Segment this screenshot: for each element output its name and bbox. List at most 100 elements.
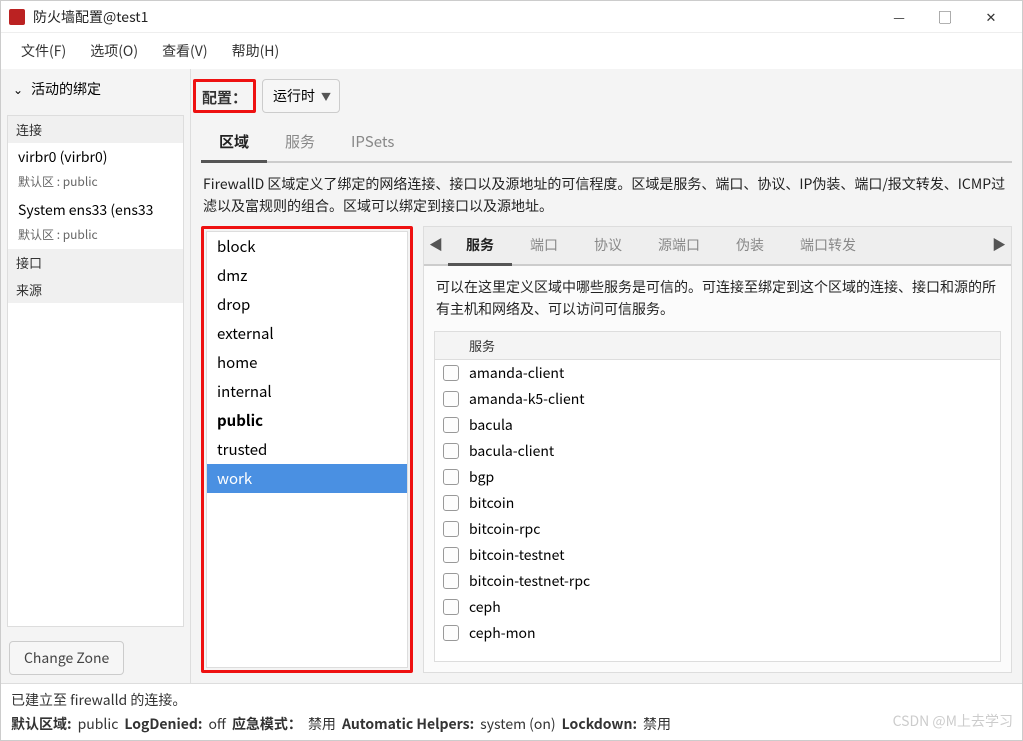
chevron-down-icon: ⌄ bbox=[13, 81, 23, 98]
service-name: amanda-k5-client bbox=[469, 389, 585, 409]
firewall-config-window: 防火墙配置@test1 — ▢ ✕ 文件(F) 选项(O) 查看(V) 帮助(H… bbox=[0, 0, 1023, 741]
services-column-header: 服务 bbox=[435, 332, 1000, 360]
service-checkbox[interactable] bbox=[443, 495, 459, 511]
bindings-tree: 连接 virbr0 (virbr0) 默认区 : public System e… bbox=[7, 115, 184, 627]
zone-item-trusted[interactable]: trusted bbox=[207, 435, 407, 464]
service-row[interactable]: amanda-k5-client bbox=[435, 386, 1000, 412]
config-label: 配置： bbox=[202, 87, 247, 108]
change-zone-button[interactable]: Change Zone bbox=[9, 641, 124, 675]
service-checkbox[interactable] bbox=[443, 599, 459, 615]
service-checkbox[interactable] bbox=[443, 417, 459, 433]
status-logdenied-label: LogDenied: bbox=[124, 714, 202, 734]
menu-view[interactable]: 查看(V) bbox=[150, 37, 220, 65]
config-bar: 配置： 运行时 bbox=[191, 69, 1022, 123]
connection-virbr0-sub: 默认区 : public bbox=[8, 171, 183, 196]
zone-subtabs: ◀ 服务 端口 协议 源端口 伪装 端口转发 ▶ bbox=[424, 227, 1011, 266]
service-row[interactable]: amanda-client bbox=[435, 360, 1000, 386]
service-checkbox[interactable] bbox=[443, 625, 459, 641]
connection-virbr0[interactable]: virbr0 (virbr0) bbox=[8, 143, 183, 171]
service-name: bgp bbox=[469, 467, 494, 487]
service-checkbox[interactable] bbox=[443, 547, 459, 563]
service-name: bitcoin bbox=[469, 493, 514, 513]
menu-options[interactable]: 选项(O) bbox=[78, 37, 150, 65]
zone-item-dmz[interactable]: dmz bbox=[207, 261, 407, 290]
close-button[interactable]: ✕ bbox=[968, 1, 1014, 32]
status-lockdown: 禁用 bbox=[643, 714, 671, 734]
zone-list[interactable]: blockdmzdropexternalhomeinternalpublictr… bbox=[206, 231, 408, 668]
connection-ens33[interactable]: System ens33 (ens33 bbox=[8, 196, 183, 224]
services-description: 可以在这里定义区域中哪些服务是可信的。可连接至绑定到这个区域的连接、接口和源的所… bbox=[424, 266, 1011, 331]
service-checkbox[interactable] bbox=[443, 443, 459, 459]
connections-header: 连接 bbox=[8, 116, 183, 143]
subtab-ports[interactable]: 端口 bbox=[512, 227, 576, 263]
app-icon bbox=[9, 9, 25, 25]
service-checkbox[interactable] bbox=[443, 573, 459, 589]
titlebar: 防火墙配置@test1 — ▢ ✕ bbox=[1, 1, 1022, 33]
window-title: 防火墙配置@test1 bbox=[33, 7, 876, 27]
services-table: 服务 amanda-client amanda-k5-client bacula ba… bbox=[434, 331, 1001, 662]
status-default-zone: public bbox=[78, 714, 119, 734]
minimize-button[interactable]: — bbox=[876, 1, 922, 32]
status-lockdown-label: Lockdown: bbox=[562, 714, 637, 734]
sidebar-header-label: 活动的绑定 bbox=[31, 79, 101, 99]
service-name: ceph-mon bbox=[469, 623, 536, 643]
zone-item-home[interactable]: home bbox=[207, 348, 407, 377]
main-tabs: 区域 服务 IPSets bbox=[201, 123, 1012, 163]
menu-file[interactable]: 文件(F) bbox=[9, 37, 78, 65]
service-row[interactable]: bitcoin-rpc bbox=[435, 516, 1000, 542]
subtab-masquerade[interactable]: 伪装 bbox=[718, 227, 782, 263]
sidebar: ⌄ 活动的绑定 连接 virbr0 (virbr0) 默认区 : public … bbox=[1, 69, 191, 683]
status-connection: 已建立至 firewalld 的连接。 bbox=[1, 684, 1022, 712]
tab-zones[interactable]: 区域 bbox=[201, 123, 267, 163]
connection-ens33-sub: 默认区 : public bbox=[8, 224, 183, 249]
subtab-nav-right[interactable]: ▶ bbox=[987, 235, 1011, 255]
zone-description: FirewallD 区域定义了绑定的网络连接、接口以及源地址的可信程度。区域是服… bbox=[191, 163, 1022, 226]
service-row[interactable]: bitcoin-testnet-rpc bbox=[435, 568, 1000, 594]
tab-services[interactable]: 服务 bbox=[267, 123, 333, 161]
tab-ipsets[interactable]: IPSets bbox=[333, 123, 412, 161]
subtab-port-forward[interactable]: 端口转发 bbox=[782, 227, 874, 263]
zone-item-public[interactable]: public bbox=[207, 406, 407, 435]
zone-item-drop[interactable]: drop bbox=[207, 290, 407, 319]
maximize-button[interactable]: ▢ bbox=[922, 1, 968, 32]
service-name: amanda-client bbox=[469, 363, 564, 383]
service-name: bacula bbox=[469, 415, 513, 435]
service-checkbox[interactable] bbox=[443, 469, 459, 485]
menu-help[interactable]: 帮助(H) bbox=[220, 37, 292, 65]
service-row[interactable]: bitcoin-testnet bbox=[435, 542, 1000, 568]
zone-item-external[interactable]: external bbox=[207, 319, 407, 348]
status-default-zone-label: 默认区域: bbox=[11, 714, 72, 734]
zone-item-block[interactable]: block bbox=[207, 232, 407, 261]
service-row[interactable]: bitcoin bbox=[435, 490, 1000, 516]
status-emergency-label: 应急模式： bbox=[232, 714, 302, 734]
service-row[interactable]: ceph-mon bbox=[435, 620, 1000, 646]
status-logdenied: off bbox=[208, 714, 226, 734]
service-row[interactable]: bacula-client bbox=[435, 438, 1000, 464]
sidebar-bindings-header[interactable]: ⌄ 活动的绑定 bbox=[1, 69, 190, 109]
subtab-source-ports[interactable]: 源端口 bbox=[640, 227, 718, 263]
zone-detail-panel: ◀ 服务 端口 协议 源端口 伪装 端口转发 ▶ 可以在这里定义区域中哪些服务是… bbox=[423, 226, 1012, 673]
config-value: 运行时 bbox=[273, 86, 315, 106]
menubar: 文件(F) 选项(O) 查看(V) 帮助(H) bbox=[1, 33, 1022, 69]
zone-list-highlight: blockdmzdropexternalhomeinternalpublictr… bbox=[201, 226, 413, 673]
subtab-nav-left[interactable]: ◀ bbox=[424, 235, 448, 255]
status-autohelpers: system (on) bbox=[480, 714, 556, 734]
statusbar: 已建立至 firewalld 的连接。 默认区域: public LogDeni… bbox=[1, 683, 1022, 740]
service-checkbox[interactable] bbox=[443, 391, 459, 407]
zone-item-work[interactable]: work bbox=[207, 464, 407, 493]
service-checkbox[interactable] bbox=[443, 365, 459, 381]
service-name: bacula-client bbox=[469, 441, 554, 461]
service-row[interactable]: ceph bbox=[435, 594, 1000, 620]
status-details: 默认区域: public LogDenied: off 应急模式： 禁用 Aut… bbox=[1, 712, 1022, 740]
service-row[interactable]: bgp bbox=[435, 464, 1000, 490]
config-dropdown[interactable]: 运行时 bbox=[262, 79, 340, 113]
service-name: bitcoin-testnet-rpc bbox=[469, 571, 590, 591]
service-row[interactable]: bacula bbox=[435, 412, 1000, 438]
subtab-protocols[interactable]: 协议 bbox=[576, 227, 640, 263]
service-name: bitcoin-testnet bbox=[469, 545, 564, 565]
status-autohelpers-label: Automatic Helpers: bbox=[342, 714, 474, 734]
service-checkbox[interactable] bbox=[443, 521, 459, 537]
subtab-services[interactable]: 服务 bbox=[448, 227, 512, 266]
zone-item-internal[interactable]: internal bbox=[207, 377, 407, 406]
sources-header: 来源 bbox=[8, 276, 183, 303]
